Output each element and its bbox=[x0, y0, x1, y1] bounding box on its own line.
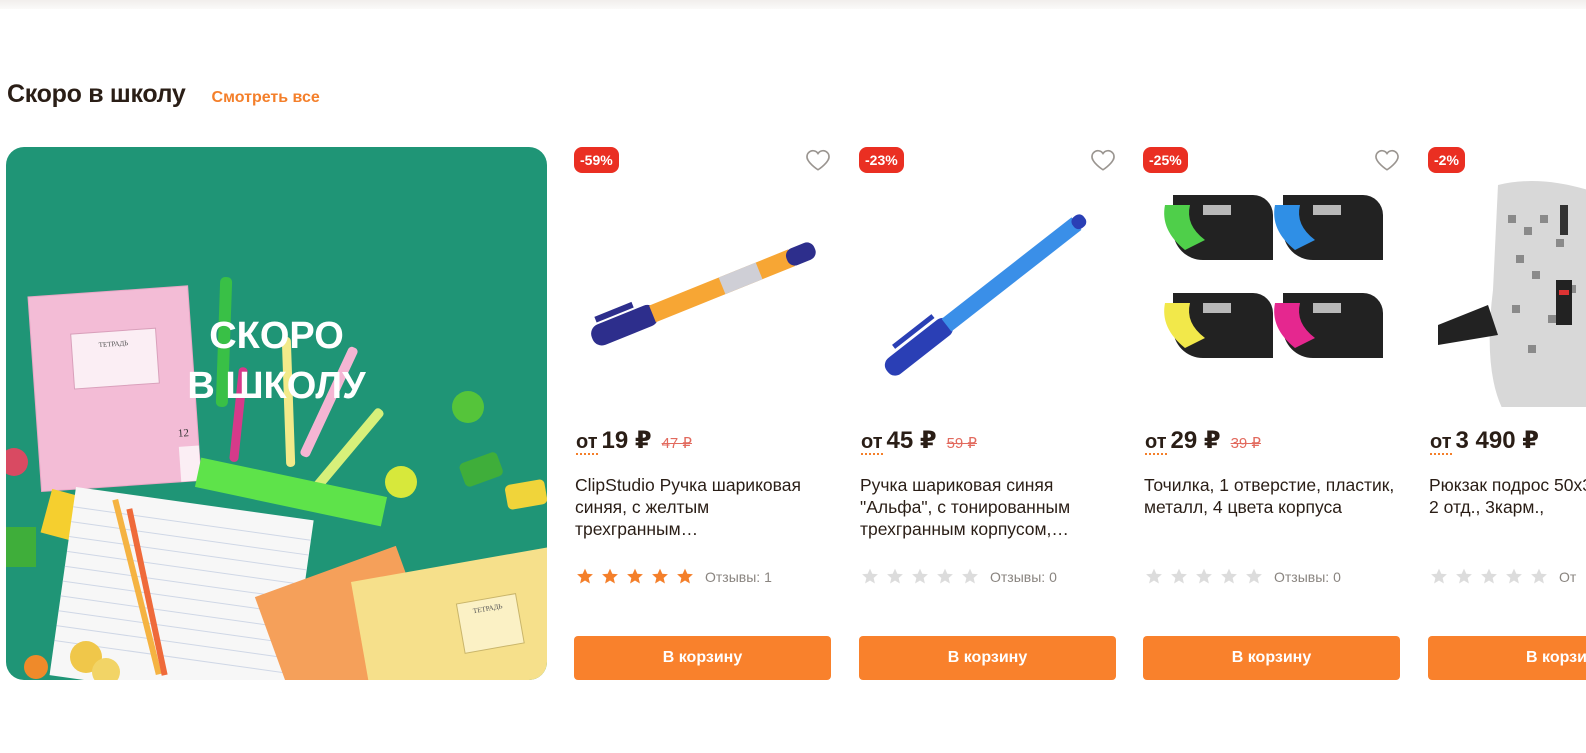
star-icon bbox=[627, 568, 643, 584]
product-card[interactable]: -59% от 19 ₽ 47 ₽ ClipStudio Ручка шарико… bbox=[574, 147, 831, 680]
reviews-link[interactable]: От bbox=[1559, 569, 1576, 585]
promo-heading: СКОРО В ШКОЛУ bbox=[6, 311, 547, 411]
old-price: 59 ₽ bbox=[946, 435, 977, 452]
star-icon bbox=[1246, 568, 1262, 584]
product-title[interactable]: Ручка шариковая синяя "Альфа", с тониров… bbox=[860, 474, 1112, 540]
section-title: Скоро в школу bbox=[7, 80, 186, 108]
product-image[interactable] bbox=[1143, 175, 1400, 407]
reviews-link[interactable]: Отзывы: 0 bbox=[990, 569, 1057, 585]
old-price: 39 ₽ bbox=[1230, 435, 1261, 452]
heart-icon[interactable] bbox=[1090, 147, 1116, 173]
star-icon bbox=[1481, 568, 1497, 584]
heart-icon[interactable] bbox=[1374, 147, 1400, 173]
add-to-cart-button[interactable]: В корзину bbox=[859, 636, 1116, 680]
star-icon bbox=[1506, 568, 1522, 584]
add-to-cart-button[interactable]: В корзину bbox=[574, 636, 831, 680]
add-to-cart-button[interactable]: В корзи bbox=[1428, 636, 1586, 680]
star-icon bbox=[1531, 568, 1547, 584]
product-card[interactable]: -2% от3 490 ₽ Рюкзак подрос 50x32x17см, … bbox=[1428, 147, 1586, 680]
discount-badge: -23% bbox=[859, 147, 904, 173]
product-card[interactable]: -23% от 45 ₽ 59 ₽ Ручка шариковая синяя "… bbox=[859, 147, 1116, 680]
rating-row: Отзывы: 0 bbox=[860, 567, 1057, 586]
product-title[interactable]: ClipStudio Ручка шариковая синяя, с желт… bbox=[575, 474, 827, 540]
price-row: от 3 490 ₽ bbox=[1430, 426, 1539, 455]
discount-badge: -25% bbox=[1143, 147, 1188, 173]
rating-stars bbox=[1144, 567, 1264, 586]
add-to-cart-button[interactable]: В корзину bbox=[1143, 636, 1400, 680]
reviews-link[interactable]: Отзывы: 0 bbox=[1274, 569, 1341, 585]
product-title[interactable]: Рюкзак подрос 50x32x17см, "Н 2 отд., 3ка… bbox=[1429, 474, 1586, 540]
star-icon bbox=[1171, 568, 1187, 584]
old-price: 47 ₽ bbox=[661, 435, 692, 452]
star-icon bbox=[912, 568, 928, 584]
price-prefix: от bbox=[861, 431, 883, 455]
star-icon bbox=[652, 568, 668, 584]
price: от 29 ₽ bbox=[1145, 426, 1221, 455]
heart-icon[interactable] bbox=[805, 147, 831, 173]
promo-heading-line1: СКОРО bbox=[209, 315, 344, 357]
price-prefix: от bbox=[1145, 431, 1167, 455]
discount-badge: -2% bbox=[1428, 147, 1465, 173]
price: от 3 490 ₽ bbox=[1430, 426, 1539, 455]
star-icon bbox=[1456, 568, 1472, 584]
price-value: 19 ₽ bbox=[601, 427, 652, 454]
discount-badge: -59% bbox=[574, 147, 619, 173]
price-row: от 29 ₽ 39 ₽ bbox=[1145, 426, 1261, 455]
price-value: 45 ₽ bbox=[886, 427, 937, 454]
star-icon bbox=[1196, 568, 1212, 584]
see-all-link[interactable]: Смотреть все bbox=[212, 89, 320, 107]
reviews-link[interactable]: Отзывы: 1 bbox=[705, 569, 772, 585]
product-image[interactable] bbox=[859, 175, 1116, 407]
section-header: Скоро в школу Смотреть все bbox=[7, 80, 320, 109]
star-icon bbox=[1221, 568, 1237, 584]
promo-heading-line2: В ШКОЛУ bbox=[187, 365, 366, 407]
price-row: от 45 ₽ 59 ₽ bbox=[861, 426, 977, 455]
star-icon bbox=[1146, 568, 1162, 584]
top-divider bbox=[0, 0, 1586, 9]
star-icon bbox=[887, 568, 903, 584]
rating-stars bbox=[860, 567, 980, 586]
star-icon bbox=[602, 568, 618, 584]
promo-illustration: ТЕТРАДЬ 12 ТЕТРАДЬ bbox=[6, 277, 547, 680]
star-icon bbox=[937, 568, 953, 584]
rating-row: Отзывы: 0 bbox=[1144, 567, 1341, 586]
product-card[interactable]: -25% от 29 ₽ 39 ₽ Точилка, 1 отверстие, п… bbox=[1143, 147, 1400, 680]
rating-row: От bbox=[1429, 567, 1576, 586]
product-image[interactable] bbox=[574, 175, 831, 407]
promo-banner[interactable]: ТЕТРАДЬ 12 ТЕТРАДЬ СКОРО В ШКОЛУ bbox=[6, 147, 547, 680]
star-icon bbox=[577, 568, 593, 584]
star-icon bbox=[677, 568, 693, 584]
price-prefix: от bbox=[576, 431, 598, 455]
star-icon bbox=[962, 568, 978, 584]
star-icon bbox=[862, 568, 878, 584]
price-prefix: от bbox=[1430, 431, 1452, 455]
price: от 19 ₽ bbox=[576, 426, 652, 455]
rating-stars bbox=[575, 567, 695, 586]
product-title[interactable]: Точилка, 1 отверстие, пластик, металл, 4… bbox=[1144, 474, 1396, 540]
notebook-count: 12 bbox=[177, 427, 189, 440]
star-icon bbox=[1431, 568, 1447, 584]
price-value: 29 ₽ bbox=[1170, 427, 1221, 454]
price: от 45 ₽ bbox=[861, 426, 937, 455]
price-row: от 19 ₽ 47 ₽ bbox=[576, 426, 692, 455]
rating-stars bbox=[1429, 567, 1549, 586]
price-value: 3 490 ₽ bbox=[1455, 427, 1539, 454]
rating-row: Отзывы: 1 bbox=[575, 567, 772, 586]
product-image[interactable] bbox=[1428, 175, 1586, 407]
